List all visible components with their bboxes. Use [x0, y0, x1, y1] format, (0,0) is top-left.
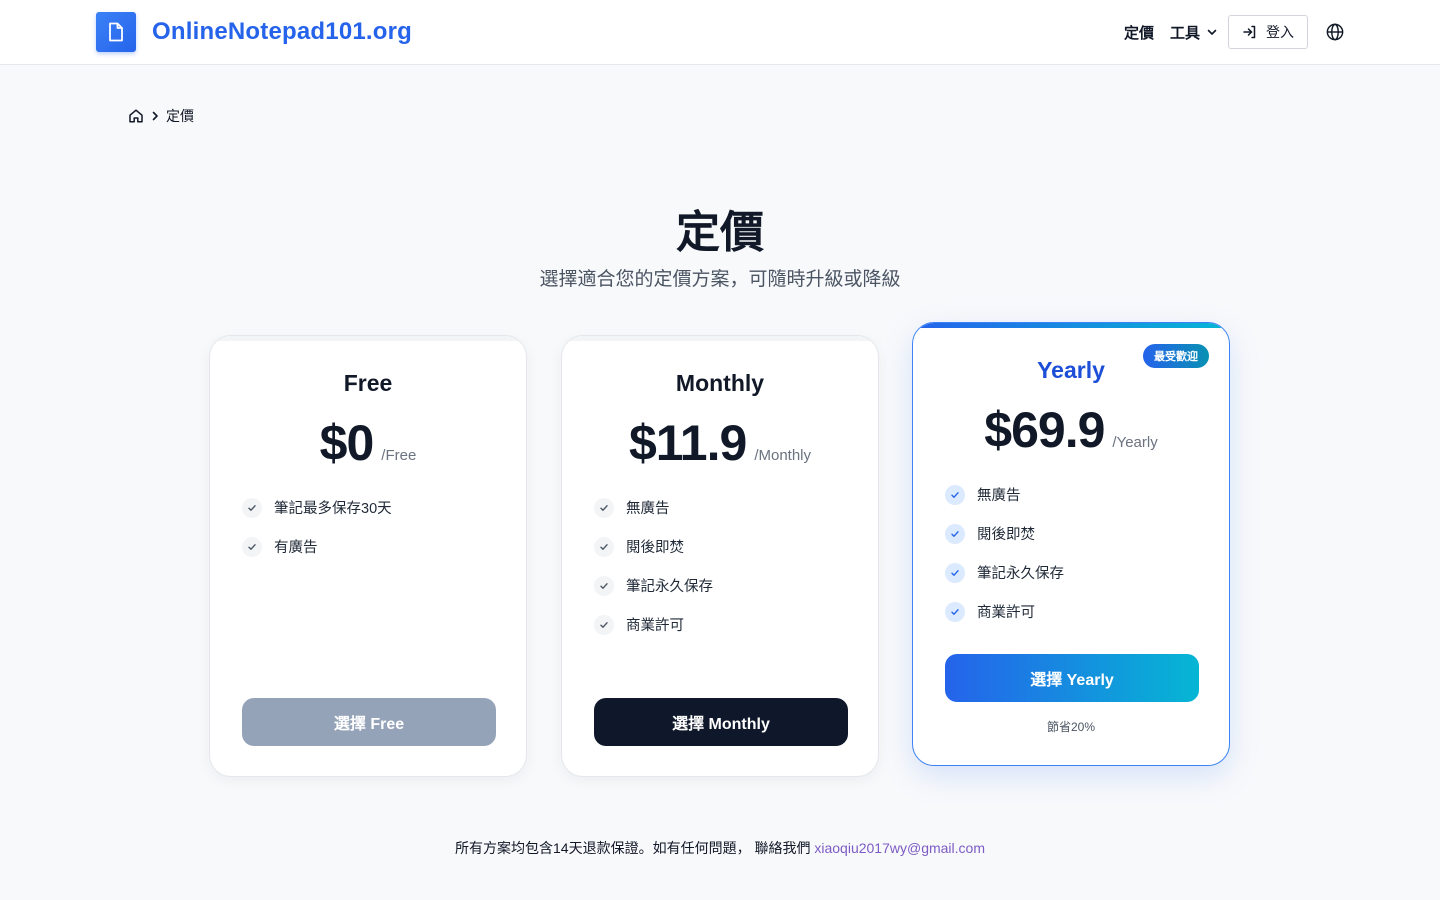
feature-item: 筆記最多保存30天: [242, 488, 392, 527]
chevron-right-icon: [152, 111, 158, 121]
select-yearly-button[interactable]: 選擇 Yearly: [945, 654, 1199, 702]
feature-label: 筆記永久保存: [977, 566, 1064, 582]
check-icon: [594, 536, 614, 557]
feature-label: 閱後即焚: [977, 527, 1035, 543]
feature-item: 商業許可: [945, 592, 1064, 631]
check-icon: [242, 497, 262, 518]
savings-note: 節省20%: [1046, 720, 1096, 734]
nav-tools-label: 工具: [1169, 24, 1200, 42]
check-icon: [594, 614, 614, 635]
card-top-bar: [913, 323, 1229, 328]
site-logo-link[interactable]: OnlineNotepad101.org: [96, 12, 412, 52]
feature-item: 筆記永久保存: [945, 553, 1064, 592]
plan-price: $0: [319, 415, 375, 471]
main-nav: 定價 工具 登入: [1124, 15, 1344, 49]
feature-list: 筆記最多保存30天 有廣告: [242, 488, 392, 566]
select-monthly-button[interactable]: 選擇 Monthly: [594, 698, 848, 746]
login-button[interactable]: 登入: [1228, 15, 1308, 49]
plan-period: /Yearly: [1112, 434, 1158, 451]
feature-label: 商業許可: [977, 605, 1035, 621]
feature-item: 商業許可: [594, 605, 713, 644]
globe-icon[interactable]: [1326, 23, 1344, 41]
login-arrow-icon: [1243, 25, 1256, 39]
site-name: OnlineNotepad101.org: [152, 18, 413, 45]
feature-label: 筆記最多保存30天: [274, 501, 392, 517]
feature-label: 無廣告: [977, 488, 1021, 504]
price-row: $69.9 /Yearly: [913, 401, 1229, 459]
feature-item: 筆記永久保存: [594, 566, 713, 605]
feature-item: 有廣告: [242, 527, 392, 566]
feature-label: 有廣告: [274, 540, 318, 556]
breadcrumb-current: 定價: [166, 108, 194, 124]
nav-pricing-link[interactable]: 定價: [1124, 22, 1154, 43]
card-top-bar: [210, 336, 526, 341]
feature-item: 閱後即焚: [945, 514, 1064, 553]
check-icon: [945, 562, 965, 583]
feature-item: 閱後即焚: [594, 527, 713, 566]
feature-label: 無廣告: [626, 501, 670, 517]
refund-note: 所有方案均包含14天退款保證。如有任何問題， 聯絡我們 xiaoqiu2017w…: [0, 838, 1440, 858]
plan-price: $69.9: [984, 402, 1105, 458]
check-icon: [594, 497, 614, 518]
login-label: 登入: [1266, 24, 1294, 40]
card-top-bar: [562, 336, 878, 341]
nav-tools-dropdown[interactable]: 工具: [1170, 22, 1218, 43]
top-header: OnlineNotepad101.org 定價 工具 登入: [0, 0, 1440, 65]
plan-card-free: Free $0 /Free 筆記最多保存30天 有廣告 選擇 Free: [209, 335, 527, 777]
breadcrumb: 定價: [128, 106, 194, 126]
plan-name: Free: [343, 370, 393, 396]
chevron-down-icon: [1207, 29, 1217, 35]
feature-item: 無廣告: [594, 488, 713, 527]
plan-period: /Monthly: [754, 447, 812, 464]
check-icon: [242, 536, 262, 557]
feature-label: 商業許可: [626, 618, 684, 634]
check-icon: [945, 484, 965, 505]
check-icon: [594, 575, 614, 596]
feature-list: 無廣告 閱後即焚 筆記永久保存 商業許可: [594, 488, 713, 644]
page-title: 定價: [676, 208, 764, 257]
price-row: $11.9 /Monthly: [562, 414, 878, 472]
document-icon: [96, 12, 136, 52]
plan-period: /Free: [381, 447, 417, 464]
price-row: $0 /Free: [210, 414, 526, 472]
feature-label: 筆記永久保存: [626, 579, 713, 595]
refund-note-text: 所有方案均包含14天退款保證。如有任何問題， 聯絡我們: [455, 840, 811, 856]
plan-card-yearly: 最受歡迎 Yearly $69.9 /Yearly 無廣告 閱後即焚 筆記永久保…: [912, 322, 1230, 766]
check-icon: [945, 601, 965, 622]
page-subtitle: 選擇適合您的定價方案，可隨時升級或降級: [539, 269, 901, 290]
select-free-button[interactable]: 選擇 Free: [242, 698, 496, 746]
feature-item: 無廣告: [945, 475, 1064, 514]
plan-name: Yearly: [1037, 357, 1105, 383]
feature-list: 無廣告 閱後即焚 筆記永久保存 商業許可: [945, 475, 1064, 631]
plan-name: Monthly: [675, 370, 765, 396]
home-icon[interactable]: [128, 108, 144, 124]
plan-price: $11.9: [628, 415, 747, 471]
contact-email-link[interactable]: xiaoqiu2017wy@gmail.com: [814, 840, 985, 856]
plan-card-monthly: Monthly $11.9 /Monthly 無廣告 閱後即焚 筆記永久保存 商…: [561, 335, 879, 777]
feature-label: 閱後即焚: [626, 540, 684, 556]
check-icon: [945, 523, 965, 544]
